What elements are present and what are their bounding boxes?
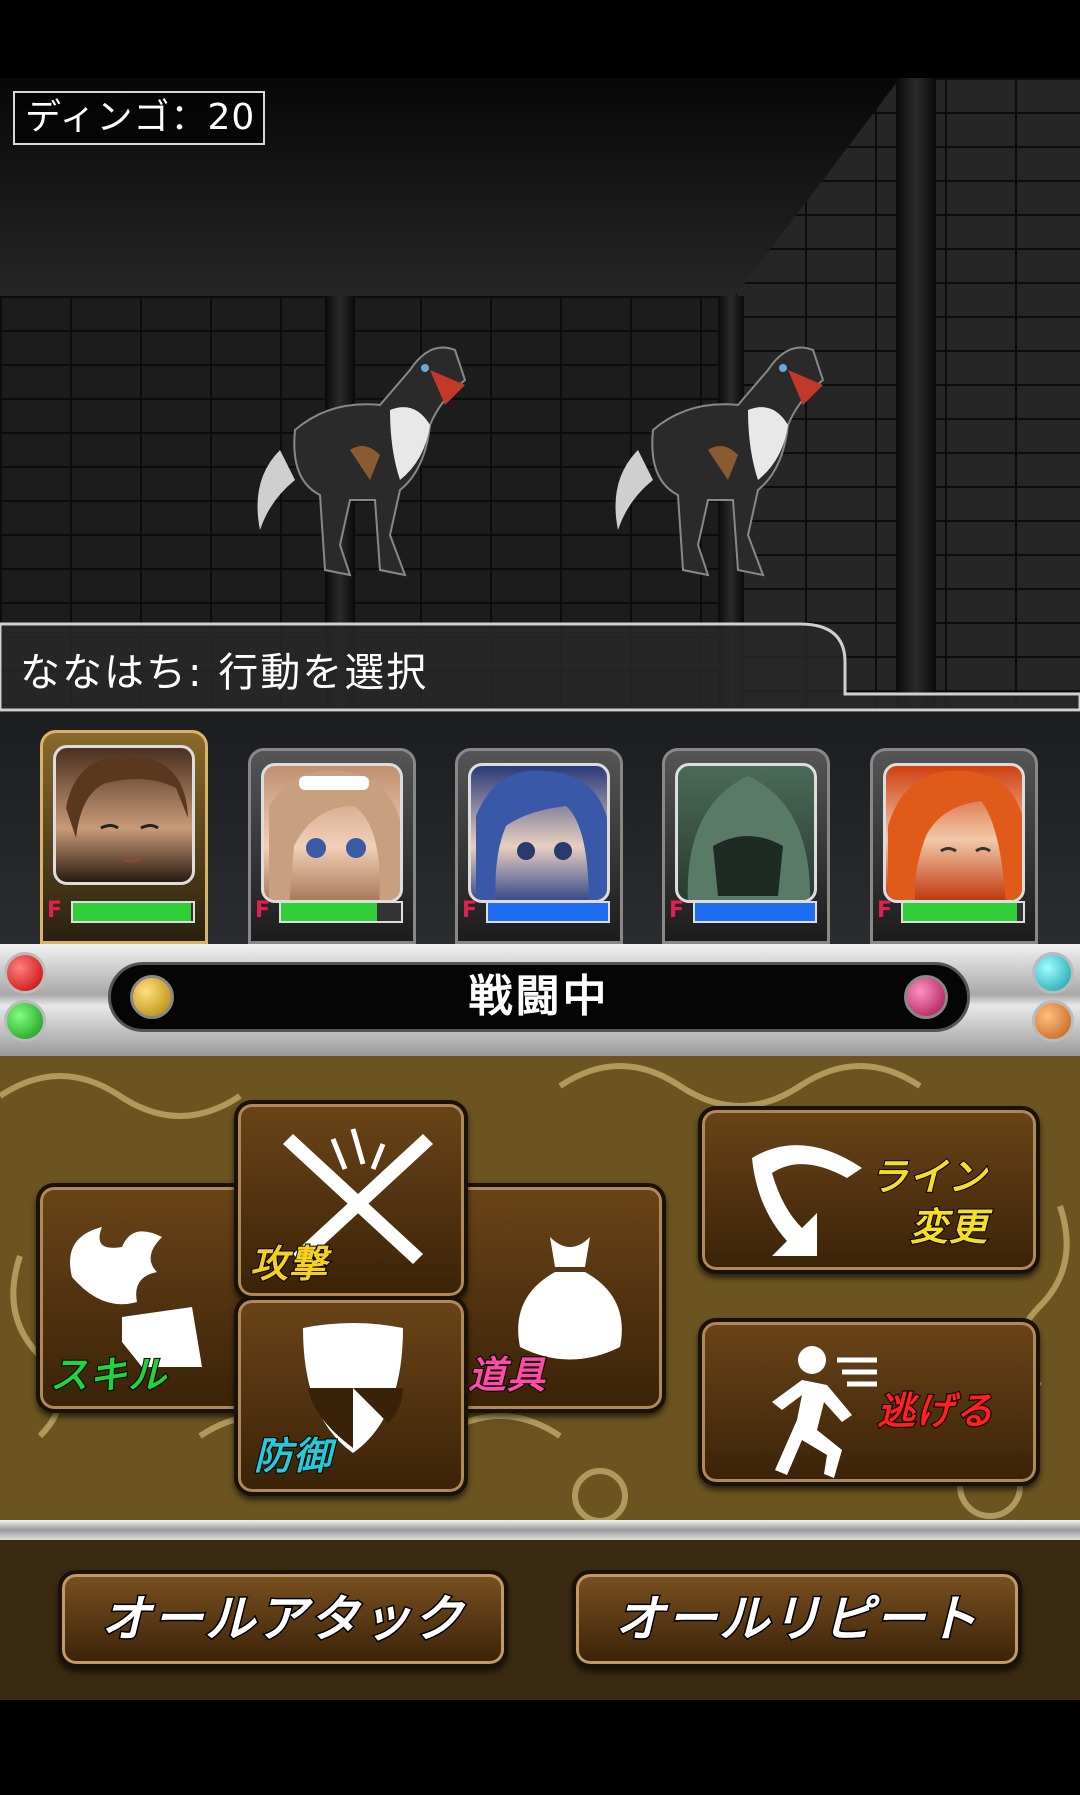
battle-message: ななはち: 行動を選択 [20, 650, 429, 696]
attack-button[interactable]: 攻撃 [234, 1100, 468, 1300]
party-member-2[interactable]: F [248, 748, 416, 944]
battle-screen: { "enemy_group": {"label": "ディンゴ：20"}, "… [0, 0, 1080, 1795]
item-button[interactable]: 道具 [446, 1183, 666, 1413]
red-gem-icon [4, 952, 46, 994]
status-text: 戦闘中 [468, 971, 610, 1022]
escape-label: 逃げる [876, 1388, 995, 1434]
line-change-button[interactable]: ライン 変更 [698, 1106, 1040, 1274]
all-repeat-button[interactable]: オールリピート [572, 1570, 1022, 1668]
green-gem-icon [4, 1000, 46, 1042]
hp-mark: F [255, 898, 271, 923]
hp-bar [901, 901, 1025, 923]
bottom-black-band [0, 1700, 1080, 1795]
dungeon-view [0, 78, 1080, 710]
hp-bar [693, 901, 817, 923]
hp-mark: F [877, 898, 893, 923]
running-person-icon [772, 1346, 877, 1478]
hp-fill [903, 903, 1017, 921]
skill-button[interactable]: スキル [36, 1183, 256, 1413]
portrait [468, 763, 610, 903]
divider-strip [0, 1520, 1080, 1540]
defend-button[interactable]: 防御 [234, 1296, 468, 1496]
hp-fill [695, 903, 815, 921]
attack-label: 攻撃 [249, 1241, 329, 1287]
hp-fill [281, 903, 377, 921]
portrait [883, 763, 1025, 903]
orange-gem-icon [1032, 1000, 1074, 1042]
escape-button[interactable]: 逃げる [698, 1318, 1040, 1486]
hp-bar [279, 901, 403, 923]
portrait [675, 763, 817, 903]
skill-label: スキル [49, 1352, 168, 1398]
line-change-label-1: ライン [869, 1154, 988, 1200]
hp-bar [71, 901, 195, 923]
cyan-gem-icon [1032, 952, 1074, 994]
portrait [261, 763, 403, 903]
party-member-4[interactable]: F [662, 748, 830, 944]
pillar [896, 78, 936, 710]
hp-fill [73, 903, 191, 921]
hp-mark: F [47, 898, 63, 923]
enemy-group-label: ディンゴ：20 [13, 91, 265, 145]
party-member-5[interactable]: F [870, 748, 1038, 944]
enemy-dingo-1[interactable] [240, 330, 470, 580]
defend-label: 防御 [253, 1433, 333, 1479]
item-label: 道具 [467, 1352, 547, 1398]
hp-mark: F [669, 898, 685, 923]
hp-bar [486, 901, 610, 923]
hp-fill [488, 903, 608, 921]
hp-mark: F [462, 898, 478, 923]
enemy-dingo-2[interactable] [598, 330, 828, 580]
party-member-1[interactable]: F [40, 730, 208, 944]
curved-arrow-icon [752, 1145, 862, 1256]
portrait [53, 745, 195, 885]
all-attack-button[interactable]: オールアタック [58, 1570, 508, 1668]
party-member-3[interactable]: F [455, 748, 623, 944]
line-change-label-2: 変更 [909, 1204, 989, 1250]
